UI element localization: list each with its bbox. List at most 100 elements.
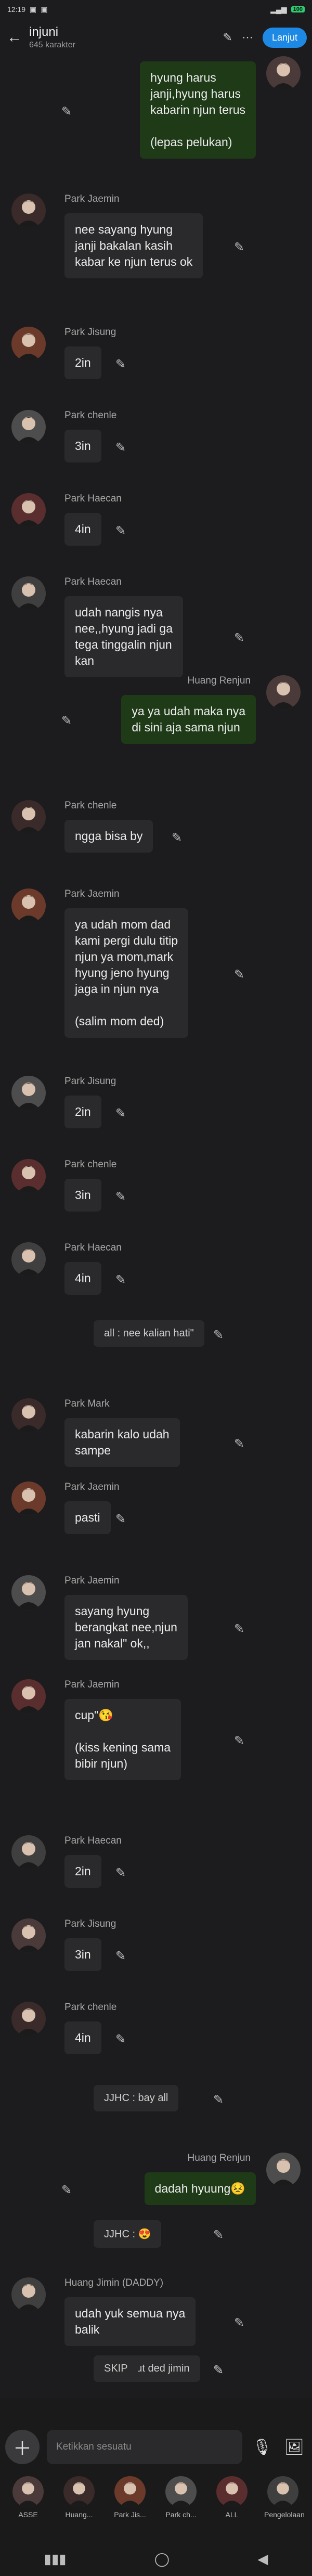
edit-icon[interactable]: ✎ [172,830,184,845]
message-bubble[interactable]: ya udah mom dad kami pergi dulu titip nj… [64,908,189,1038]
edit-icon[interactable]: ✎ [234,967,246,982]
message-bubble[interactable]: sayang hyung berangkat nee,njun jan naka… [64,1595,188,1660]
back-arrow-icon[interactable]: ← [5,29,24,46]
edit-icon[interactable]: ✎ [115,1865,128,1880]
notification-icon: ▣ [30,5,37,14]
edit-icon[interactable]: ✎ [115,2032,128,2046]
avatar [11,2002,46,2036]
clock: 12:19 [7,5,26,14]
message-bubble[interactable]: pasti [64,1501,111,1534]
avatar [266,2153,301,2187]
message-bubble[interactable]: 4in [64,2021,101,2054]
edit-icon[interactable]: ✎ [115,1189,128,1204]
character-selector: ASSE Huang... Park Jis... Park ch... ALL Peng… [0,2476,312,2533]
avatar [11,1482,46,1516]
sender-name: Huang Renjun [187,2153,251,2163]
avatar [11,410,46,444]
system-message[interactable]: JJHC : bay all [94,2085,179,2111]
sender-name: Park Jaemin [64,888,120,899]
edit-icon[interactable]: ✎ [61,2183,74,2197]
avatar [11,1076,46,1110]
message-bubble[interactable]: 2in [64,1855,101,1888]
avatar [114,2476,146,2507]
edit-icon[interactable]: ✎ [115,357,128,371]
edit-icon[interactable]: ✎ [213,2363,226,2377]
title-block: injuni 645 karakter [29,25,218,50]
message-bubble[interactable]: 3in [64,1938,101,1971]
home-icon[interactable]: ◯ [154,2551,170,2567]
edit-icon[interactable]: ✎ [213,2227,226,2242]
edit-icon[interactable]: ✎ [234,1621,246,1636]
character-chip[interactable]: Pengelolaan [264,2476,305,2519]
edit-icon[interactable]: ✎ [61,104,74,119]
avatar [11,2277,46,2312]
more-icon[interactable]: ⋯ [242,31,253,44]
character-chip[interactable]: Park Jis... [111,2476,149,2519]
message-input[interactable]: Ketikkan sesuatu [47,2430,242,2464]
character-chip[interactable]: Huang... [60,2476,98,2519]
edit-icon[interactable]: ✎ [234,240,246,254]
recents-icon[interactable]: ▮▮▮ [44,2551,67,2567]
mic-icon[interactable]: 🎙 [250,2438,275,2456]
sender-name: Park Haecan [64,493,122,504]
sender-name: Park chenle [64,1159,117,1170]
edit-icon[interactable]: ✎ [61,713,74,728]
system-message[interactable]: all : nee kalian hati" [94,1320,204,1347]
message-bubble[interactable]: 2in [64,346,101,379]
bottom-panel: ＋ Ketikkan sesuatu 🎙 🖼 ASSE Huang... Park … [0,2398,312,2576]
back-icon[interactable]: ◀ [257,2551,268,2567]
message-bubble[interactable]: nee sayang hyung janji bakalan kasih kab… [64,213,203,278]
avatar [11,1835,46,1870]
sender-name: Huang Renjun [187,675,251,686]
edit-icon[interactable]: ✎ [234,2315,246,2330]
avatar [11,1398,46,1433]
add-icon[interactable]: ＋ [5,2430,40,2464]
message-bubble[interactable]: udah nangis nya nee,,hyung jadi ga tega … [64,596,183,677]
character-chip[interactable]: ALL [213,2476,251,2519]
image-icon[interactable]: 🖼 [282,2438,307,2456]
message-bubble[interactable]: kabarin kalo udah sampe [64,1418,180,1467]
edit-icon[interactable]: ✎ [115,1512,128,1526]
sender-name: Park chenle [64,2002,117,2013]
system-navbar: ▮▮▮ ◯ ◀ [0,2542,312,2576]
next-button[interactable]: Lanjut [262,27,307,48]
message-bubble[interactable]: 3in [64,1179,101,1212]
character-label: Pengelolaan [264,2510,305,2519]
message-bubble[interactable]: 3in [64,430,101,462]
avatar [266,675,301,710]
battery-badge: 100 [291,6,305,12]
edit-icon[interactable]: ✎ [213,1328,226,1342]
avatar [165,2476,197,2507]
edit-icon[interactable]: ✎ [115,1949,128,1963]
sender-name: Park chenle [64,410,117,421]
sender-name: Park Jaemin [64,194,120,204]
pencil-icon[interactable]: ✎ [223,31,232,44]
message-bubble[interactable]: ya ya udah maka nya di sini aja sama nju… [121,695,256,744]
system-message[interactable]: SKIP [94,2355,138,2382]
message-bubble[interactable]: 4in [64,513,101,546]
message-bubble[interactable]: 4in [64,1262,101,1295]
edit-icon[interactable]: ✎ [234,1733,246,1748]
edit-icon[interactable]: ✎ [115,523,128,538]
avatar [216,2476,248,2507]
edit-icon[interactable]: ✎ [115,440,128,455]
edit-icon[interactable]: ✎ [213,2092,226,2107]
message-bubble[interactable]: cup"😘 (kiss kening sama bibir njun) [64,1699,181,1780]
avatar [11,1159,46,1193]
edit-icon[interactable]: ✎ [115,1106,128,1120]
character-chip[interactable]: ASSE [9,2476,47,2519]
system-message[interactable]: JJHC : 😍 [94,2220,162,2248]
edit-icon[interactable]: ✎ [115,1272,128,1287]
edit-icon[interactable]: ✎ [234,1436,246,1451]
message-bubble[interactable]: hyung harus janji,hyung harus kabarin nj… [140,61,256,159]
character-count: 645 karakter [29,41,75,49]
sender-name: Park Jaemin [64,1575,120,1586]
message-bubble[interactable]: ngga bisa by [64,820,153,853]
character-chip[interactable]: Park ch... [162,2476,200,2519]
edit-icon[interactable]: ✎ [234,630,246,645]
message-bubble[interactable]: 2in [64,1096,101,1128]
message-bubble[interactable]: udah yuk semua nya balik [64,2297,196,2346]
avatar [63,2476,95,2507]
status-bar: 12:19 ▣ ▣ ▂▄▆ 100 [0,0,312,19]
message-bubble[interactable]: dadah hyuung😣 [144,2172,256,2205]
